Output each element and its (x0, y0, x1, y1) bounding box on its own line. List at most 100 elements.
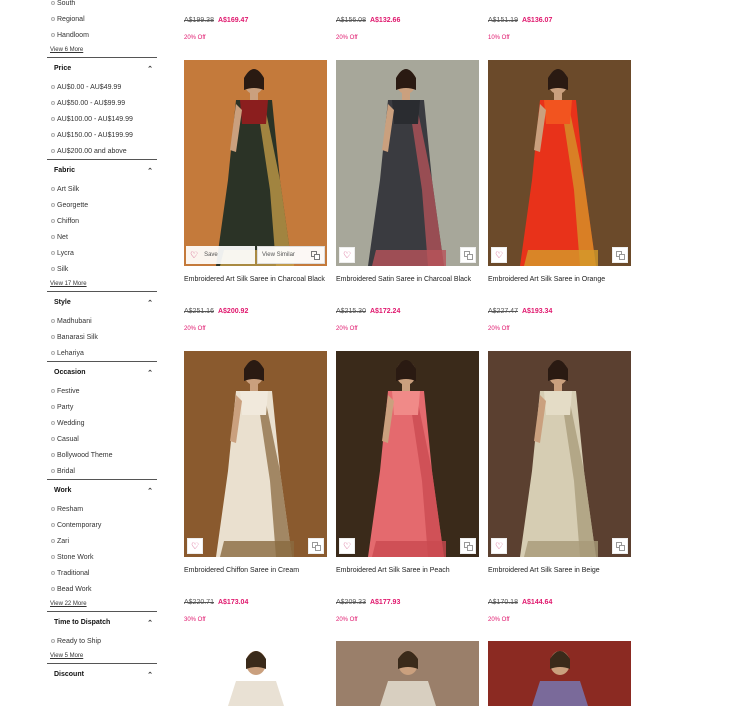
view-similar-button[interactable]: View Similar (257, 246, 325, 264)
filter-option[interactable]: Regional (47, 11, 157, 27)
product-name[interactable]: Embroidered Art Silk Saree in Peach (336, 567, 486, 574)
wishlist-heart-icon[interactable]: ♡ (339, 538, 355, 554)
filter-option[interactable]: Silk (47, 261, 157, 277)
original-price: A$209.33 (336, 599, 366, 606)
filter-option[interactable]: AU$100.00 - AU$149.99 (47, 111, 157, 127)
radio-icon (51, 389, 55, 393)
price-row: A$156.08 A$132.66 (336, 17, 400, 24)
filter-option[interactable]: Georgette (47, 197, 157, 213)
similar-icon[interactable] (612, 247, 628, 263)
product-image-container[interactable] (184, 641, 327, 706)
filter-option[interactable]: Art Silk (47, 181, 157, 197)
wishlist-heart-icon[interactable]: ♡ (339, 247, 355, 263)
filter-option[interactable]: AU$150.00 - AU$199.99 (47, 127, 157, 143)
wishlist-heart-icon[interactable]: ♡ (491, 247, 507, 263)
filter-option[interactable]: AU$200.00 and above (47, 143, 157, 159)
price-row: A$215.30 A$172.24 (336, 308, 400, 315)
product-name[interactable]: Embroidered Art Silk Saree in Orange (488, 276, 638, 283)
filter-option[interactable]: Bridal (47, 463, 157, 479)
filter-option[interactable]: Stone Work (47, 549, 157, 565)
filter-option[interactable]: Zari (47, 533, 157, 549)
view-more-link[interactable]: View 17 More (47, 277, 157, 291)
filter-option[interactable]: AU$50.00 - AU$99.99 (47, 95, 157, 111)
filter-section-work[interactable]: Work ⌃ (47, 479, 157, 501)
similar-icon[interactable] (612, 538, 628, 554)
product-name[interactable]: Embroidered Art Silk Saree in Beige (488, 567, 638, 574)
radio-icon (51, 85, 55, 89)
sale-price: A$169.47 (217, 17, 249, 24)
product-image (184, 351, 327, 557)
filter-option[interactable]: Madhubani (47, 313, 157, 329)
product-name[interactable]: Embroidered Art Silk Saree in Charcoal B… (184, 276, 334, 283)
filter-option[interactable]: Net (47, 229, 157, 245)
wishlist-heart-icon[interactable]: ♡ (187, 538, 203, 554)
chevron-up-icon: ⌃ (147, 369, 153, 377)
product-image-container[interactable] (488, 641, 631, 706)
discount-label: 20% Off (488, 617, 510, 623)
product-name[interactable]: Embroidered Satin Saree in Charcoal Blac… (336, 276, 486, 283)
section-title: Style (54, 299, 71, 306)
filter-option[interactable]: Bead Work (47, 581, 157, 597)
filter-option[interactable]: Lehariya (47, 345, 157, 361)
section-title: Price (54, 65, 72, 72)
product-image-container[interactable]: ♡ (488, 351, 631, 557)
filter-option[interactable]: Lycra (47, 245, 157, 261)
radio-icon (51, 251, 55, 255)
filter-section-style[interactable]: Style ⌃ (47, 291, 157, 313)
filter-option[interactable]: Banarasi Silk (47, 329, 157, 345)
price-row: A$170.18 A$144.64 (488, 599, 552, 606)
radio-icon (51, 33, 55, 37)
filter-option[interactable]: AU$0.00 - AU$49.99 (47, 79, 157, 95)
chevron-up-icon: ⌃ (147, 487, 153, 495)
filter-section-fabric[interactable]: Fabric ⌃ (47, 159, 157, 181)
filter-option[interactable]: Wedding (47, 415, 157, 431)
filter-option[interactable]: Festive (47, 383, 157, 399)
view-more-link[interactable]: View 5 More (47, 649, 157, 663)
sale-price: A$172.24 (369, 308, 401, 315)
filter-section-price[interactable]: Price ⌃ (47, 57, 157, 79)
similar-icon[interactable] (460, 247, 476, 263)
filter-option[interactable]: Handloom (47, 27, 157, 43)
filter-option[interactable]: Bollywood Theme (47, 447, 157, 463)
product-image-container[interactable]: ♡ (488, 60, 631, 266)
original-price: A$156.08 (336, 17, 366, 24)
original-price: A$170.18 (488, 599, 518, 606)
similar-icon[interactable] (308, 538, 324, 554)
product-image-container[interactable]: ♡ (184, 351, 327, 557)
filter-option[interactable]: South (47, 0, 157, 11)
similar-icon[interactable] (460, 538, 476, 554)
radio-icon (51, 539, 55, 543)
filter-section-time-to-dispatch[interactable]: Time to Dispatch ⌃ (47, 611, 157, 633)
product-name[interactable]: Embroidered Chiffon Saree in Cream (184, 567, 334, 574)
radio-icon (51, 101, 55, 105)
filter-option[interactable]: Chiffon (47, 213, 157, 229)
product-image-container[interactable] (336, 641, 479, 706)
product-image-container[interactable]: ♡ Save View Similar (184, 60, 327, 266)
filter-option[interactable]: Resham (47, 501, 157, 517)
original-price: A$220.71 (184, 599, 214, 606)
radio-icon (51, 453, 55, 457)
view-more-link[interactable]: View 22 More (47, 597, 157, 611)
filter-option[interactable]: Ready to Ship (47, 633, 157, 649)
save-button[interactable]: ♡ Save (186, 246, 255, 264)
filter-option[interactable]: Contemporary (47, 517, 157, 533)
original-price: A$251.16 (184, 308, 214, 315)
discount-label: 10% Off (488, 35, 510, 41)
filter-section-occasion[interactable]: Occasion ⌃ (47, 361, 157, 383)
view-more-link[interactable]: View 6 More (47, 43, 157, 57)
discount-label: 20% Off (184, 326, 206, 332)
product-image (488, 351, 631, 557)
radio-icon (51, 639, 55, 643)
filter-option[interactable]: Party (47, 399, 157, 415)
product-image (336, 60, 479, 266)
product-image-container[interactable]: ♡ (336, 351, 479, 557)
filter-option[interactable]: Traditional (47, 565, 157, 581)
filter-section-discount[interactable]: Discount ⌃ (47, 663, 157, 685)
section-title: Occasion (54, 369, 86, 376)
section-title: Fabric (54, 167, 76, 174)
radio-icon (51, 267, 55, 271)
product-image-container[interactable]: ♡ (336, 60, 479, 266)
radio-icon (51, 405, 55, 409)
filter-option[interactable]: Casual (47, 431, 157, 447)
wishlist-heart-icon[interactable]: ♡ (491, 538, 507, 554)
